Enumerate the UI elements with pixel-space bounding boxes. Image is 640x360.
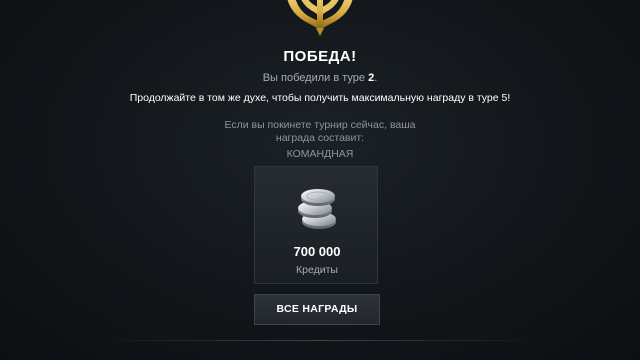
bottom-divider — [90, 340, 550, 341]
all-rewards-button[interactable]: ВСЕ НАГРАДЫ — [254, 294, 380, 325]
victory-emblem-icon — [287, 0, 353, 36]
reward-card: 700 000 Кредиты — [254, 166, 378, 284]
reward-amount: 700 000 — [293, 244, 341, 259]
continue-message: Продолжайте в том же духе, чтобы получит… — [129, 92, 511, 104]
victory-title: ПОБЕДА! — [283, 48, 357, 65]
reward-currency-label: Кредиты — [296, 264, 338, 276]
reward-category-label: КОМАНДНАЯ — [286, 148, 354, 160]
round-info-prefix: Вы победили в туре — [262, 72, 366, 84]
leave-tournament-note: Если вы покинете турнир сейчас, ваша наг… — [224, 119, 416, 144]
round-info-suffix: . — [374, 72, 378, 84]
round-info: Вы победили в туре 2. — [0, 72, 640, 84]
silver-coins-icon — [298, 189, 336, 229]
